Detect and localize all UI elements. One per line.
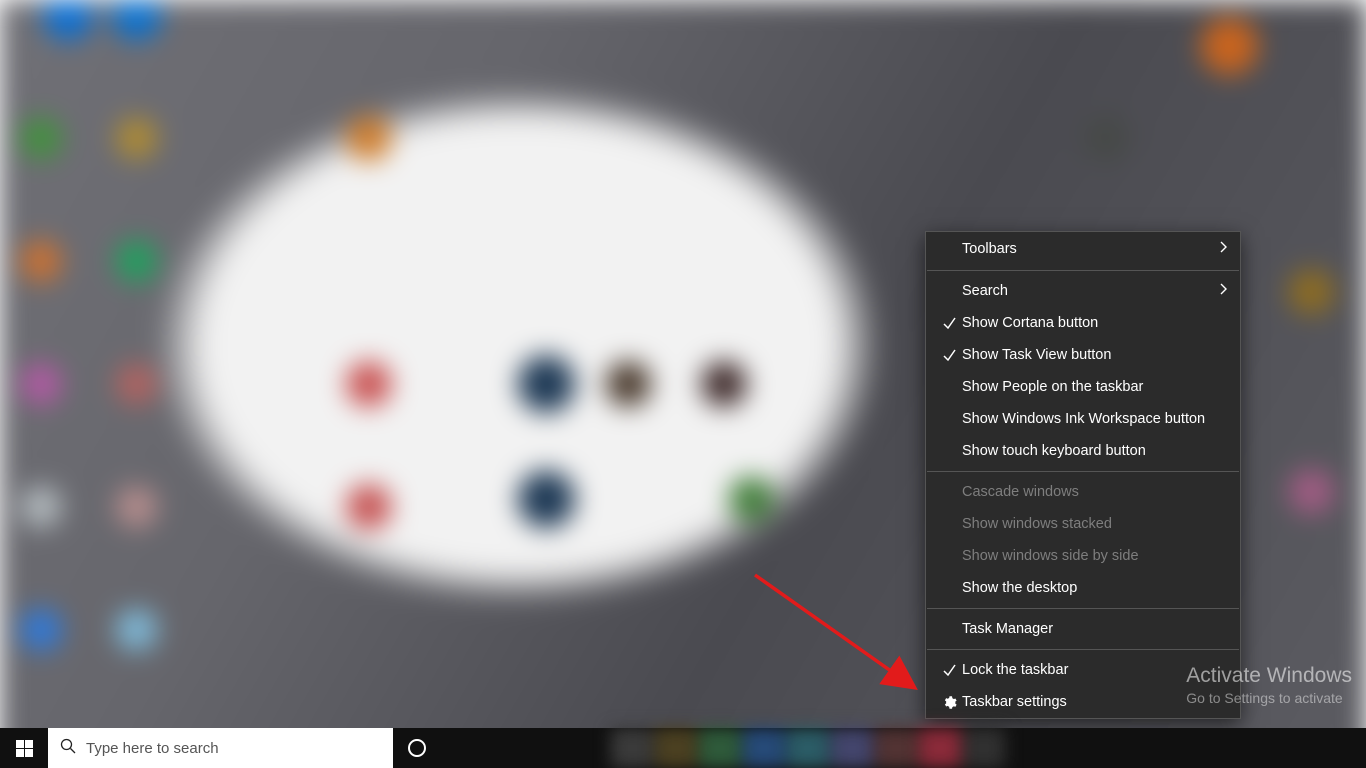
- menu-item-label: Show People on the taskbar: [962, 379, 1143, 395]
- menu-item-label: Lock the taskbar: [962, 662, 1068, 678]
- menu-item-sidebyside: Show windows side by side: [926, 540, 1240, 572]
- menu-item-lock-taskbar[interactable]: Lock the taskbar: [926, 654, 1240, 686]
- menu-item-show-ink[interactable]: Show Windows Ink Workspace button: [926, 403, 1240, 435]
- menu-item-show-people[interactable]: Show People on the taskbar: [926, 371, 1240, 403]
- menu-separator: [927, 649, 1239, 650]
- menu-item-search[interactable]: Search: [926, 275, 1240, 307]
- menu-item-label: Show Cortana button: [962, 315, 1098, 331]
- menu-item-toolbars[interactable]: Toolbars: [926, 232, 1240, 266]
- menu-item-label: Search: [962, 283, 1008, 299]
- menu-item-taskbar-settings[interactable]: Taskbar settings: [926, 686, 1240, 718]
- menu-item-label: Toolbars: [962, 241, 1017, 257]
- search-placeholder: Type here to search: [86, 740, 219, 757]
- menu-item-label: Show touch keyboard button: [962, 443, 1146, 459]
- menu-separator: [927, 471, 1239, 472]
- check-icon: [938, 317, 960, 330]
- menu-item-stacked: Show windows stacked: [926, 508, 1240, 540]
- check-icon: [938, 349, 960, 362]
- menu-item-label: Show windows side by side: [962, 548, 1139, 564]
- gear-icon: [938, 695, 960, 710]
- menu-item-label: Show Task View button: [962, 347, 1111, 363]
- menu-item-show-desktop[interactable]: Show the desktop: [926, 572, 1240, 604]
- taskbar-pinned-apps: [611, 728, 1005, 768]
- cortana-ring-icon: [408, 739, 426, 757]
- chevron-right-icon: [1220, 241, 1228, 257]
- taskbar-context-menu: Toolbars Search Show Cortana button Show…: [925, 231, 1241, 719]
- windows-logo-icon: [16, 740, 33, 757]
- menu-item-label: Show the desktop: [962, 580, 1077, 596]
- menu-item-task-manager[interactable]: Task Manager: [926, 613, 1240, 645]
- menu-item-show-taskview[interactable]: Show Task View button: [926, 339, 1240, 371]
- menu-separator: [927, 608, 1239, 609]
- menu-item-label: Cascade windows: [962, 484, 1079, 500]
- cortana-button[interactable]: [393, 728, 441, 768]
- menu-item-label: Show Windows Ink Workspace button: [962, 411, 1205, 427]
- search-input[interactable]: Type here to search: [48, 728, 393, 768]
- menu-item-label: Show windows stacked: [962, 516, 1112, 532]
- start-button[interactable]: [0, 728, 48, 768]
- menu-separator: [927, 270, 1239, 271]
- menu-item-label: Task Manager: [962, 621, 1053, 637]
- menu-item-show-touchkb[interactable]: Show touch keyboard button: [926, 435, 1240, 467]
- menu-item-cascade: Cascade windows: [926, 476, 1240, 508]
- chevron-right-icon: [1220, 283, 1228, 299]
- search-icon: [60, 738, 76, 758]
- menu-item-show-cortana[interactable]: Show Cortana button: [926, 307, 1240, 339]
- taskbar[interactable]: Type here to search: [0, 728, 1366, 768]
- check-icon: [938, 664, 960, 677]
- menu-item-label: Taskbar settings: [962, 694, 1067, 710]
